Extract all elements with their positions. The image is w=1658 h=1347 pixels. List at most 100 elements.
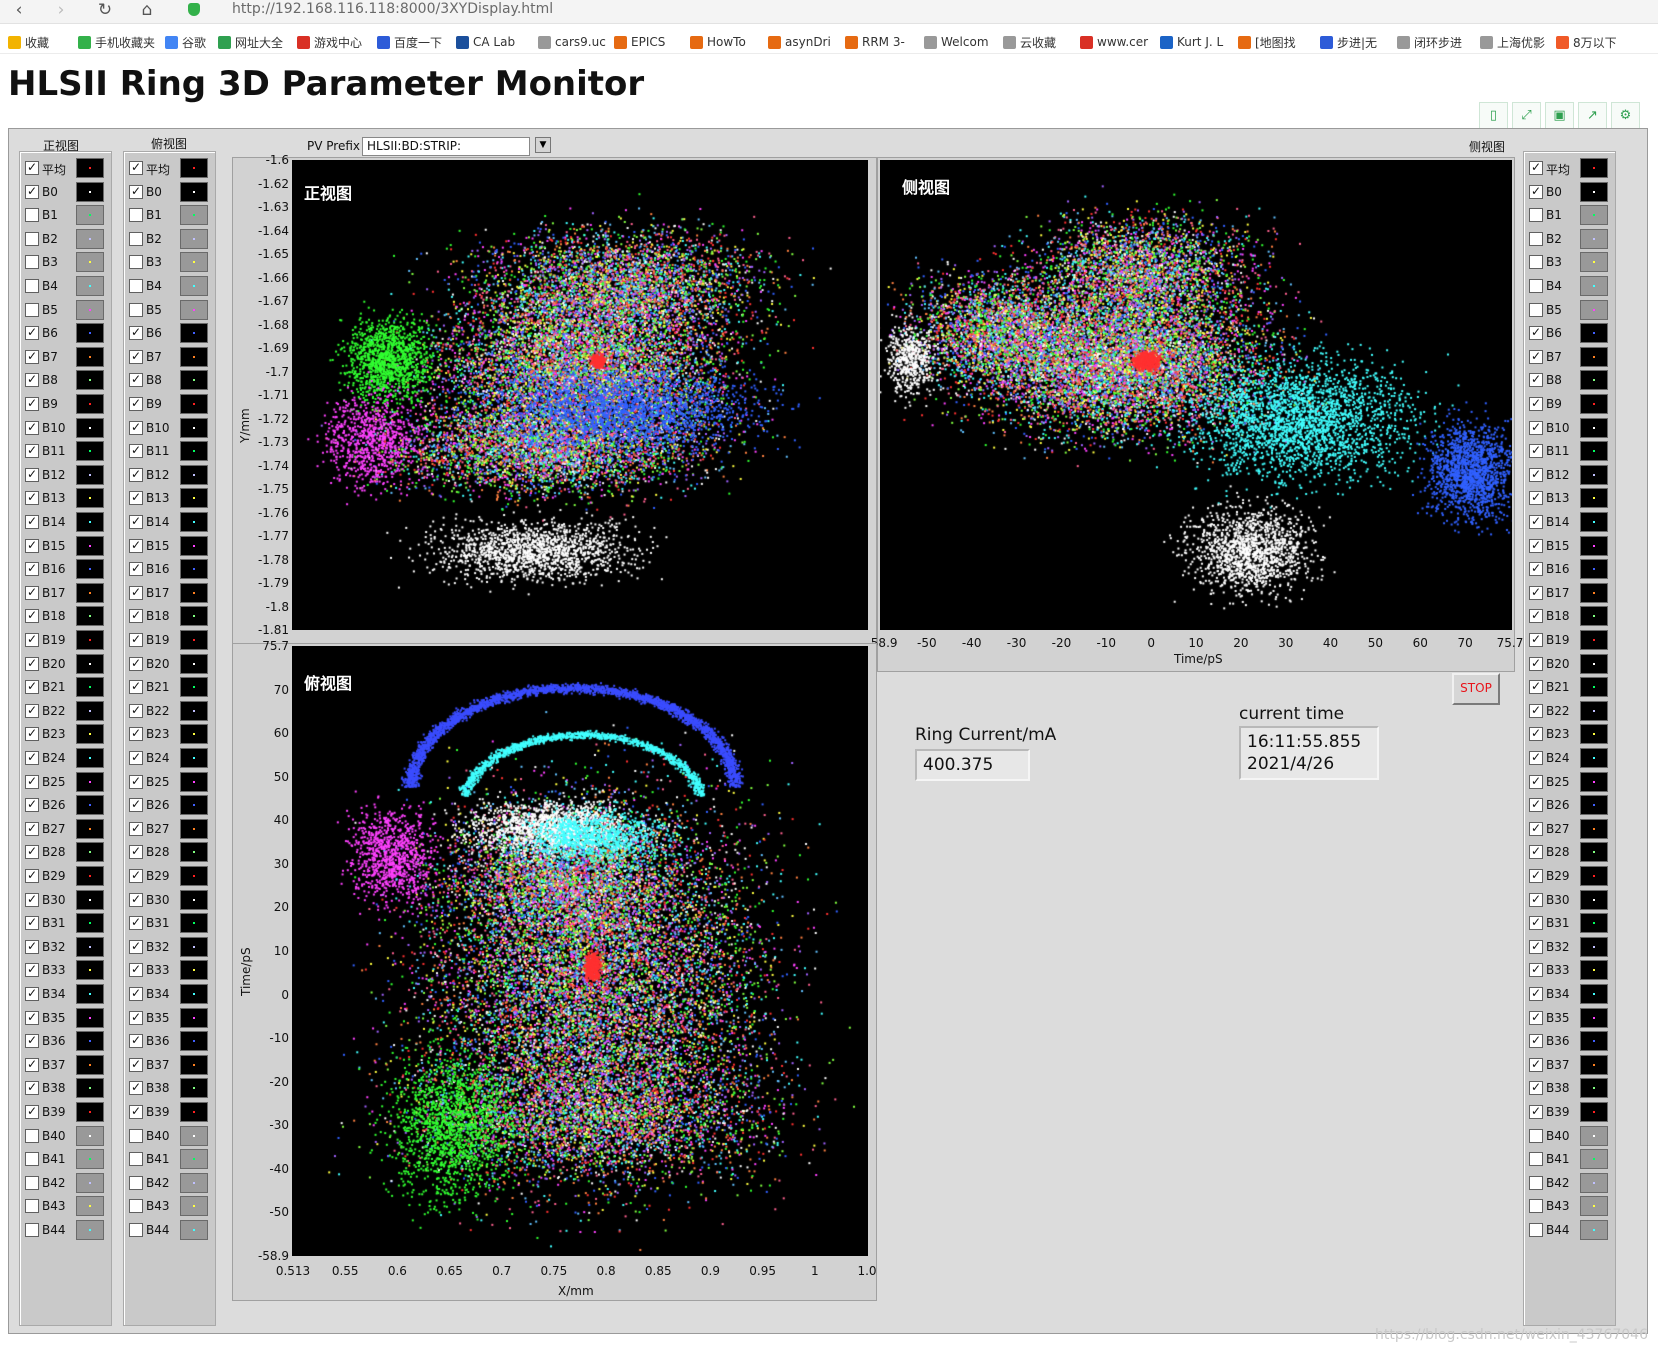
top-channel-checkbox[interactable]: ✓ — [129, 774, 143, 789]
bookmark-item[interactable]: 上海优影 — [1480, 33, 1545, 51]
front-channel-row[interactable]: ✓ B34 — [20, 984, 111, 1008]
side-channel-color-swatch[interactable] — [1580, 559, 1608, 580]
side-channel-checkbox[interactable]: ✓ — [1529, 538, 1543, 553]
top-channel-row[interactable]: ✓ B27 — [124, 818, 215, 843]
front-channel-color-swatch[interactable] — [76, 582, 104, 603]
top-channel-row[interactable]: ✓ B15 — [124, 535, 215, 560]
top-channel-row[interactable]: B1 — [124, 205, 215, 229]
side-channel-color-swatch[interactable] — [1580, 1149, 1608, 1170]
front-channel-color-swatch[interactable] — [76, 346, 104, 367]
front-channel-row[interactable]: ✓ B29 — [20, 866, 111, 890]
front-channel-color-swatch[interactable] — [76, 559, 104, 580]
top-channel-color-swatch[interactable] — [180, 252, 208, 273]
front-channel-row[interactable]: ✓ B31 — [20, 913, 111, 937]
side-channel-color-swatch[interactable] — [1580, 913, 1608, 934]
front-channel-color-swatch[interactable] — [76, 535, 104, 556]
front-channel-checkbox[interactable]: ✓ — [25, 821, 39, 836]
side-channel-color-swatch[interactable] — [1580, 417, 1608, 438]
top-channel-row[interactable]: ✓ B11 — [124, 441, 215, 465]
front-channel-row[interactable]: ✓ B39 — [20, 1102, 111, 1126]
front-channel-checkbox[interactable]: ✓ — [25, 562, 39, 577]
side-channel-color-swatch[interactable] — [1580, 653, 1608, 674]
top-channel-color-swatch[interactable] — [180, 748, 208, 768]
top-channel-checkbox[interactable]: ✓ — [129, 1057, 143, 1072]
bookmark-item[interactable]: www.cer — [1080, 33, 1148, 51]
front-channel-row[interactable]: B40 — [20, 1125, 111, 1150]
top-channel-color-swatch[interactable] — [180, 1125, 208, 1146]
top-channel-row[interactable]: ✓ B23 — [124, 724, 215, 748]
front-channel-color-swatch[interactable] — [76, 630, 104, 650]
top-channel-row[interactable]: B3 — [124, 252, 215, 276]
top-channel-row[interactable]: ✓ B25 — [124, 771, 215, 796]
side-channel-checkbox[interactable]: ✓ — [1529, 1034, 1543, 1049]
front-channel-row[interactable]: ✓ B23 — [20, 724, 111, 748]
top-channel-color-swatch[interactable] — [180, 464, 208, 485]
top-channel-row[interactable]: B42 — [124, 1172, 215, 1197]
front-channel-color-swatch[interactable] — [76, 724, 104, 745]
side-channel-row[interactable]: ✓ B22 — [1524, 700, 1615, 725]
gear-icon[interactable]: ⚙ — [1611, 102, 1640, 129]
front-channel-row[interactable]: ✓ B17 — [20, 582, 111, 607]
top-channel-checkbox[interactable]: ✓ — [129, 633, 143, 647]
front-channel-checkbox[interactable]: ✓ — [25, 703, 39, 718]
front-channel-checkbox[interactable]: ✓ — [25, 491, 39, 506]
top-channel-row[interactable]: ✓ B19 — [124, 630, 215, 654]
front-channel-checkbox[interactable]: ✓ — [25, 916, 39, 931]
side-channel-checkbox[interactable]: ✓ — [1529, 987, 1543, 1001]
side-channel-row[interactable]: ✓ B15 — [1524, 535, 1615, 560]
top-channel-row[interactable]: ✓ B39 — [124, 1102, 215, 1126]
front-channel-checkbox[interactable]: ✓ — [25, 869, 39, 883]
top-channel-color-swatch[interactable] — [180, 1031, 208, 1052]
bookmark-item[interactable]: 网址大全 — [218, 33, 283, 51]
side-channel-row[interactable]: ✓ B13 — [1524, 488, 1615, 512]
top-channel-row[interactable]: B40 — [124, 1125, 215, 1150]
share-icon[interactable]: ↗ — [1578, 102, 1607, 129]
front-channel-row[interactable]: ✓ B13 — [20, 488, 111, 512]
side-channel-color-swatch[interactable] — [1580, 866, 1608, 886]
top-channel-checkbox[interactable]: ✓ — [129, 845, 143, 860]
top-channel-row[interactable]: B41 — [124, 1149, 215, 1173]
front-channel-color-swatch[interactable] — [76, 205, 104, 226]
side-channel-color-swatch[interactable] — [1580, 205, 1608, 226]
top-channel-checkbox[interactable] — [129, 1152, 143, 1167]
front-channel-row[interactable]: ✓ B15 — [20, 535, 111, 560]
front-channel-checkbox[interactable] — [25, 208, 39, 223]
side-channel-checkbox[interactable] — [1529, 1152, 1543, 1167]
pv-prefix-input[interactable]: HLSII:BD:STRIP: — [362, 137, 530, 156]
side-channel-checkbox[interactable]: ✓ — [1529, 939, 1543, 954]
top-channel-checkbox[interactable]: ✓ — [129, 751, 143, 765]
front-channel-color-swatch[interactable] — [76, 866, 104, 886]
side-channel-color-swatch[interactable] — [1580, 1172, 1608, 1193]
bookmark-item[interactable]: 云收藏 — [1003, 33, 1056, 51]
top-channel-checkbox[interactable]: ✓ — [129, 585, 143, 600]
top-channel-color-swatch[interactable] — [180, 582, 208, 603]
side-channel-color-swatch[interactable] — [1580, 323, 1608, 344]
top-channel-checkbox[interactable]: ✓ — [129, 987, 143, 1001]
side-channel-checkbox[interactable] — [1529, 255, 1543, 270]
front-channel-color-swatch[interactable] — [76, 1054, 104, 1075]
top-channel-row[interactable]: ✓ B26 — [124, 795, 215, 819]
side-channel-row[interactable]: ✓ B10 — [1524, 417, 1615, 442]
front-channel-row[interactable]: ✓ B36 — [20, 1031, 111, 1055]
front-channel-row[interactable]: ✓ B37 — [20, 1054, 111, 1079]
front-channel-row[interactable]: ✓ B14 — [20, 512, 111, 536]
front-channel-checkbox[interactable]: ✓ — [25, 515, 39, 529]
side-channel-color-swatch[interactable] — [1580, 889, 1608, 910]
front-channel-row[interactable]: ✓ B33 — [20, 960, 111, 984]
front-channel-color-swatch[interactable] — [76, 677, 104, 698]
bookmark-item[interactable]: asynDri — [768, 33, 831, 51]
side-channel-row[interactable]: ✓ B32 — [1524, 936, 1615, 961]
side-channel-checkbox[interactable]: ✓ — [1529, 491, 1543, 506]
top-channel-color-swatch[interactable] — [180, 1078, 208, 1099]
side-channel-color-swatch[interactable] — [1580, 984, 1608, 1004]
top-channel-checkbox[interactable] — [129, 1223, 143, 1237]
bookmark-item[interactable]: Welcom — [924, 33, 989, 51]
side-channel-row[interactable]: B2 — [1524, 228, 1615, 253]
bookmark-item[interactable]: 手机收藏夹 — [78, 33, 155, 51]
top-channel-color-swatch[interactable] — [180, 818, 208, 839]
top-channel-row[interactable]: ✓ B14 — [124, 512, 215, 536]
side-channel-row[interactable]: ✓ B19 — [1524, 630, 1615, 654]
top-channel-color-swatch[interactable] — [180, 323, 208, 344]
side-channel-row[interactable]: ✓ B12 — [1524, 464, 1615, 489]
top-channel-row[interactable]: ✓ B17 — [124, 582, 215, 607]
